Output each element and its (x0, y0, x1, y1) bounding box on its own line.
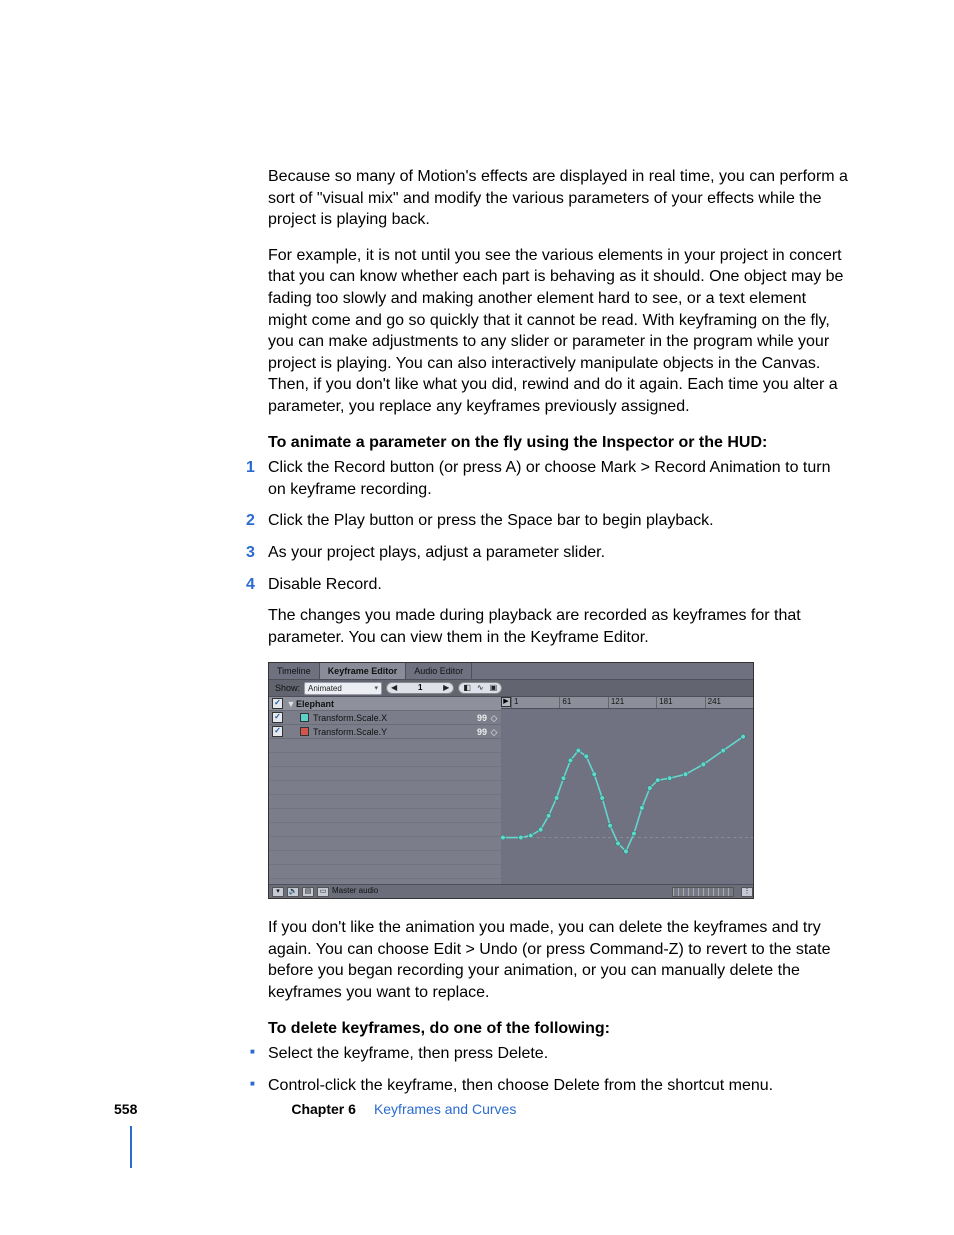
step: 2Click the Play button or press the Spac… (268, 510, 848, 532)
ordered-steps: 1Click the Record button (or press A) or… (268, 457, 848, 595)
paragraph: Because so many of Motion's effects are … (268, 166, 848, 231)
procedure-heading: To delete keyframes, do one of the follo… (268, 1018, 848, 1040)
bullet-list: Select the keyframe, then press Delete. … (268, 1043, 848, 1096)
step-number: 4 (246, 574, 255, 596)
time-ruler[interactable]: ▶ 1 61 121 181 241 (501, 697, 753, 709)
camera-icon[interactable]: ◧ (461, 683, 473, 694)
procedure-heading: To animate a parameter on the fly using … (268, 432, 848, 454)
chevron-down-icon: ▾ (375, 683, 379, 694)
footer-rule (130, 1126, 132, 1168)
curve-color-swatch[interactable] (300, 727, 309, 736)
enable-checkbox[interactable]: ✓ (272, 698, 283, 709)
param-value: 99 (463, 712, 487, 724)
page-footer: 558 Chapter 6 Keyframes and Curves (114, 1100, 854, 1119)
page-number: 558 (114, 1100, 137, 1119)
group-row[interactable]: ✓ ▼ Elephant (269, 697, 501, 711)
paragraph: For example, it is not until you see the… (268, 245, 848, 418)
ruler-tick: 1 (511, 697, 559, 708)
handle-icon[interactable]: ⋮ (741, 887, 753, 897)
snapshot-tools: ◧ ∿ ▣ (458, 682, 502, 694)
curve-icon[interactable]: ∿ (475, 683, 486, 694)
filter-icon[interactable]: ▾ (272, 887, 284, 897)
box-icon[interactable]: ▣ (488, 683, 500, 694)
ruler-tick: 61 (559, 697, 607, 708)
enable-checkbox[interactable]: ✓ (272, 712, 283, 723)
param-label: Transform.Scale.X (313, 712, 463, 724)
page-content: Because so many of Motion's effects are … (268, 166, 848, 1106)
show-label: Show: (275, 682, 300, 694)
keyframe-editor-figure: Timeline Keyframe Editor Audio Editor Sh… (268, 662, 754, 899)
keyframe-toolbar: Show: Animated ▾ ◀ 1 ▶ ◧ ∿ ▣ (269, 680, 753, 697)
paragraph: If you don't like the animation you made… (268, 917, 848, 1003)
mini-ruler[interactable] (672, 887, 734, 897)
param-row[interactable]: ✓ Transform.Scale.X 99 ◇ (269, 711, 501, 725)
param-value: 99 (463, 726, 487, 738)
master-audio-label: Master audio (332, 886, 378, 897)
tab-audio-editor[interactable]: Audio Editor (406, 663, 472, 679)
keyframe-diamond-icon[interactable]: ◇ (487, 712, 501, 724)
bottom-bar: ▾ 🔈 ▤ ▭ Master audio ⋮ (269, 884, 753, 898)
mute-icon[interactable]: 🔈 (287, 887, 299, 897)
step: 3As your project plays, adjust a paramet… (268, 542, 848, 564)
ruler-tick: 181 (656, 697, 704, 708)
param-row[interactable]: ✓ Transform.Scale.Y 99 ◇ (269, 725, 501, 739)
prev-frame-icon[interactable]: ◀ (389, 683, 399, 694)
step-number: 1 (246, 457, 255, 479)
chapter-title: Keyframes and Curves (374, 1100, 516, 1119)
tab-timeline[interactable]: Timeline (269, 663, 320, 679)
bullet-item: Select the keyframe, then press Delete. (268, 1043, 848, 1065)
tab-keyframe-editor[interactable]: Keyframe Editor (320, 663, 407, 679)
chapter-label: Chapter 6 (291, 1100, 356, 1119)
tab-bar: Timeline Keyframe Editor Audio Editor (269, 663, 753, 680)
next-frame-icon[interactable]: ▶ (441, 683, 451, 694)
step-text: As your project plays, adjust a paramete… (268, 544, 605, 561)
bullet-item: Control-click the keyframe, then choose … (268, 1075, 848, 1097)
show-dropdown[interactable]: Animated ▾ (304, 682, 382, 695)
step-number: 3 (246, 542, 255, 564)
enable-checkbox[interactable]: ✓ (272, 726, 283, 737)
current-frame: 1 (401, 683, 439, 694)
step: 4Disable Record. (268, 574, 848, 596)
curve-svg (501, 709, 753, 884)
keyframe-diamond-icon[interactable]: ◇ (487, 726, 501, 738)
group-label: Elephant (296, 698, 501, 710)
paragraph: The changes you made during playback are… (268, 605, 848, 648)
playhead-icon[interactable]: ▶ (501, 697, 511, 707)
disclosure-triangle-icon[interactable]: ▼ (286, 698, 296, 710)
step-text: Click the Play button or press the Space… (268, 512, 714, 529)
lock-icon[interactable]: ▭ (317, 887, 329, 897)
curve-graph[interactable]: ▶ 1 61 121 181 241 (501, 697, 753, 884)
ruler-tick: 241 (705, 697, 753, 708)
step-text: Disable Record. (268, 576, 382, 593)
parameter-list: ✓ ▼ Elephant ✓ Transform.Scale.X 99 ◇ ✓ … (269, 697, 501, 884)
step-text: Click the Record button (or press A) or … (268, 459, 830, 498)
curve-color-swatch[interactable] (300, 713, 309, 722)
step: 1Click the Record button (or press A) or… (268, 457, 848, 500)
param-label: Transform.Scale.Y (313, 726, 463, 738)
ruler-tick: 121 (608, 697, 656, 708)
step-number: 2 (246, 510, 255, 532)
show-dropdown-value: Animated (308, 683, 342, 694)
frame-navigator[interactable]: ◀ 1 ▶ (386, 682, 454, 694)
group-icon[interactable]: ▤ (302, 887, 314, 897)
